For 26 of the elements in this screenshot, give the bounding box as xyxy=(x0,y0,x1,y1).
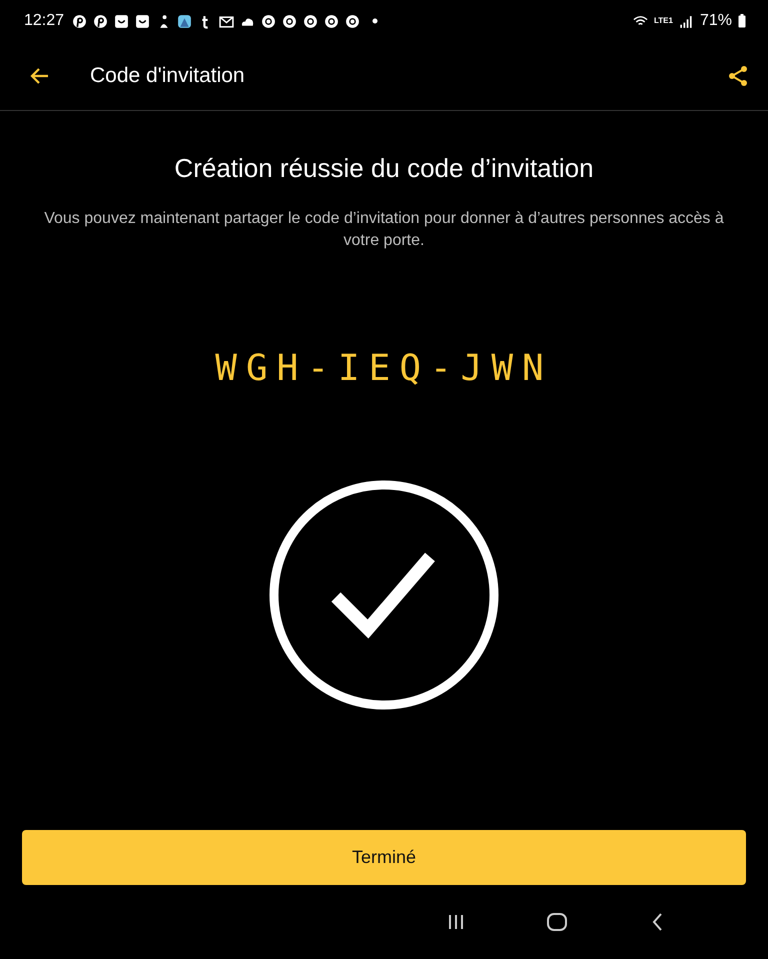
mail-icon xyxy=(219,14,234,28)
status-time: 12:27 xyxy=(24,12,64,30)
browser-icon xyxy=(345,14,360,28)
browser-icon xyxy=(261,14,276,28)
browser-icon xyxy=(303,14,318,28)
battery-icon xyxy=(738,14,746,28)
screen-title: Code d'invitation xyxy=(90,64,245,88)
done-button[interactable]: Terminé xyxy=(22,830,746,885)
pin-icon xyxy=(93,14,108,28)
battery-level: 71% xyxy=(700,12,732,30)
signal-icon xyxy=(678,14,694,28)
app-icon xyxy=(177,14,192,28)
smile-icon xyxy=(114,14,130,28)
share-icon xyxy=(726,64,750,88)
invitation-code: WGH-IEQ-JWN xyxy=(215,348,553,389)
recent-apps-icon[interactable] xyxy=(446,912,466,932)
browser-icon xyxy=(324,14,340,28)
network-label: LTE1 xyxy=(654,17,673,25)
smile-icon xyxy=(135,14,150,28)
check-circle-icon xyxy=(268,479,500,711)
browser-icon xyxy=(282,14,298,28)
success-heading: Création réussie du code d’invitation xyxy=(174,153,594,184)
more-notifications-icon xyxy=(372,18,378,24)
pin-icon xyxy=(72,14,88,28)
home-icon[interactable] xyxy=(546,911,568,933)
description-text: Vous pouvez maintenant partager le code d’invitation pour donner à d’autres personnes accès à votre porte. xyxy=(43,209,725,251)
